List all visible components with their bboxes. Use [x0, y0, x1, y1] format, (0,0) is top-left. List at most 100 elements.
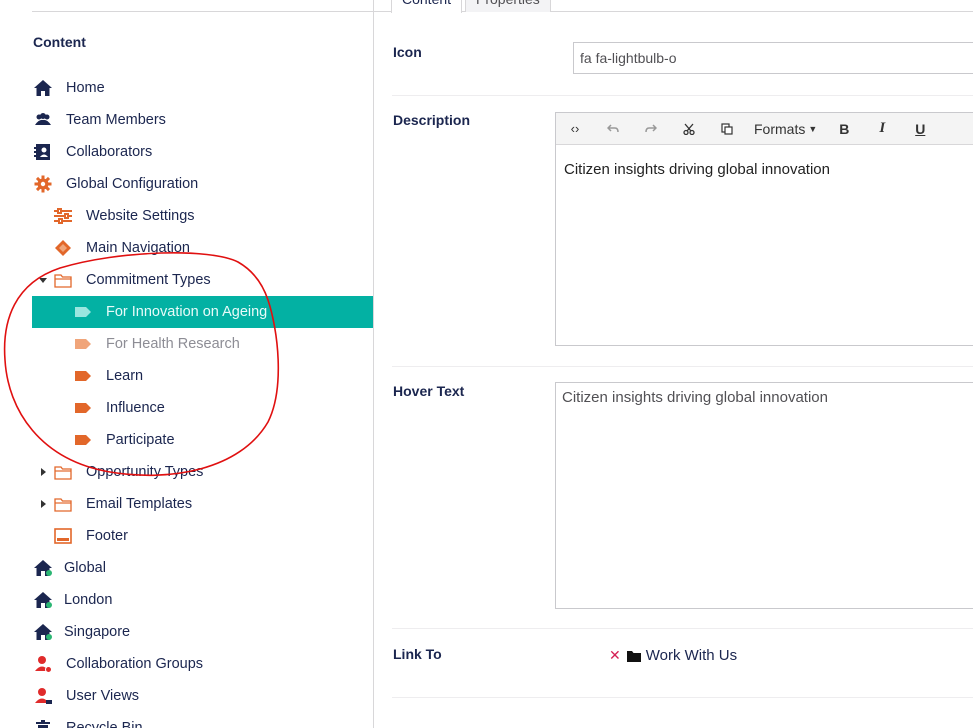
caret-right-icon[interactable]: [38, 456, 48, 488]
users-icon: [32, 110, 54, 130]
content-editor: Content Properties Icon fa fa-lightbulb-…: [374, 0, 973, 728]
tree-item-website-settings[interactable]: Website Settings: [52, 200, 373, 232]
redo-icon: [645, 123, 657, 132]
bold-button[interactable]: B: [825, 114, 863, 144]
tree-item-label: User Views: [66, 688, 140, 704]
tree-item-global-configuration[interactable]: Global Configuration: [32, 168, 373, 200]
tree-item-label: Email Templates: [86, 496, 193, 512]
tree-item-label: For Innovation on Ageing: [106, 304, 268, 320]
folder-icon: [52, 270, 74, 290]
property-label: Description: [393, 112, 471, 128]
tree-item-label: Main Navigation: [86, 240, 190, 256]
tree-search-area[interactable]: [32, 0, 373, 12]
property-icon: Icon fa fa-lightbulb-o: [392, 28, 973, 96]
tree-item-team-members[interactable]: Team Members: [32, 104, 373, 136]
tree-item-global[interactable]: Global: [32, 552, 373, 584]
property-label: Hover Text: [393, 383, 465, 399]
tree-item-learn[interactable]: Learn: [72, 360, 373, 392]
rte-toolbar: ‹› Formats ▼ B I U: [556, 113, 973, 145]
footer-icon: [52, 526, 74, 546]
tree-item-commitment-types[interactable]: Commitment Types: [38, 264, 373, 296]
italic-button[interactable]: I: [863, 114, 901, 144]
caret-down-icon[interactable]: [38, 264, 48, 296]
tree-item-for-innovation-on-ageing[interactable]: For Innovation on Ageing: [32, 296, 373, 328]
tree-item-label: Home: [66, 80, 105, 96]
tree-item-home[interactable]: Home: [32, 72, 373, 104]
home-globe-icon: [32, 590, 54, 610]
tree-item-label: Commitment Types: [86, 272, 211, 288]
home-globe-icon: [32, 622, 54, 642]
tree-item-for-health-research[interactable]: For Health Research: [72, 328, 373, 360]
trash-icon: [32, 718, 54, 728]
remove-link-icon[interactable]: ✕: [609, 647, 621, 664]
tree-item-label: London: [64, 592, 113, 608]
tree-item-label: Collaboration Groups: [66, 656, 204, 672]
folder-icon: [52, 494, 74, 514]
linked-page-name[interactable]: Work With Us: [646, 647, 737, 664]
caret-right-icon[interactable]: [38, 488, 48, 520]
hover-text-textarea[interactable]: Citizen insights driving global innovati…: [555, 382, 973, 609]
tree-item-label: Global: [64, 560, 106, 576]
tree-item-main-navigation[interactable]: Main Navigation: [52, 232, 373, 264]
undo-button[interactable]: [594, 114, 632, 144]
tree-item-london[interactable]: London: [32, 584, 373, 616]
tree-item-label: Recycle Bin: [66, 720, 143, 728]
cut-button[interactable]: [670, 114, 708, 144]
user-icon: [32, 686, 54, 706]
content-tree-panel: Content Home Team Members Collaborators …: [0, 0, 374, 728]
sliders-icon: [52, 206, 74, 226]
source-code-button[interactable]: ‹›: [556, 114, 594, 144]
tag-icon: [72, 334, 94, 354]
copy-icon: [721, 122, 733, 135]
tree-item-label: Team Members: [66, 112, 166, 128]
tree-item-label: Collaborators: [66, 144, 153, 160]
property-label: Icon: [393, 44, 422, 60]
tree-item-user-views[interactable]: User Views: [32, 680, 373, 712]
code-icon: ‹›: [570, 121, 580, 136]
user-group-icon: [32, 654, 54, 674]
home-icon: [32, 78, 54, 98]
tree-item-singapore[interactable]: Singapore: [32, 616, 373, 648]
tree-item-recycle-bin[interactable]: Recycle Bin: [32, 712, 373, 728]
rich-text-editor[interactable]: ‹› Formats ▼ B I U Citizen insights driv…: [555, 112, 973, 346]
tag-icon: [72, 302, 94, 322]
home-globe-icon: [32, 558, 54, 578]
folder-icon: [52, 462, 74, 482]
property-label: Link To: [393, 646, 442, 662]
tree-item-collaborators[interactable]: Collaborators: [32, 136, 373, 168]
folder-icon: [626, 650, 641, 662]
tree-item-label: Participate: [106, 432, 175, 448]
tag-icon: [72, 430, 94, 450]
tree-item-footer[interactable]: Footer: [52, 520, 373, 552]
tree-item-label: Influence: [106, 400, 165, 416]
tree-item-email-templates[interactable]: Email Templates: [38, 488, 373, 520]
tab-content[interactable]: Content: [391, 0, 463, 13]
formats-dropdown[interactable]: Formats ▼: [746, 114, 825, 144]
tree-item-label: Website Settings: [86, 208, 195, 224]
tree-item-label: Learn: [106, 368, 144, 384]
chevron-down-icon: ▼: [808, 123, 818, 134]
editor-tabs: Content Properties: [374, 0, 973, 13]
scissors-icon: [683, 123, 695, 135]
copy-button[interactable]: [708, 114, 746, 144]
contact-book-icon: [32, 142, 54, 162]
tab-properties[interactable]: Properties: [465, 0, 551, 12]
diamond-icon: [52, 238, 74, 258]
undo-icon: [607, 123, 619, 132]
icon-class-input[interactable]: fa fa-lightbulb-o: [573, 42, 973, 74]
underline-button[interactable]: U: [901, 114, 939, 144]
link-picker: ✕ Work With Us: [609, 647, 737, 664]
tree-item-participate[interactable]: Participate: [72, 424, 373, 456]
tag-icon: [72, 366, 94, 386]
tree-item-label: Singapore: [64, 624, 131, 640]
rte-content[interactable]: Citizen insights driving global innovati…: [564, 161, 830, 178]
gear-icon: [32, 174, 54, 194]
tree-section-heading: Content: [33, 34, 86, 50]
tree-item-collaboration-groups[interactable]: Collaboration Groups: [32, 648, 373, 680]
tree-item-opportunity-types[interactable]: Opportunity Types: [38, 456, 373, 488]
formats-label: Formats: [754, 120, 806, 137]
tree-item-label: Footer: [86, 528, 128, 544]
tree-item-label: Opportunity Types: [86, 464, 204, 480]
redo-button[interactable]: [632, 114, 670, 144]
tree-item-influence[interactable]: Influence: [72, 392, 373, 424]
